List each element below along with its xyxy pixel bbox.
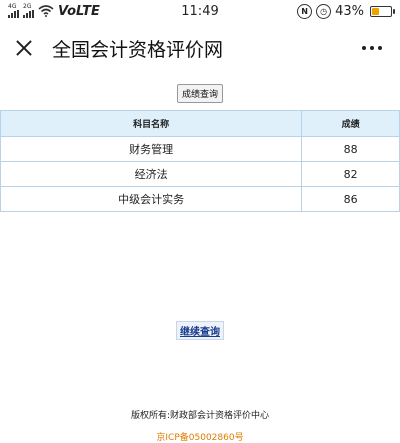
query-button-wrap: 成绩查询 [0, 82, 400, 103]
score-cell: 86 [301, 186, 400, 212]
subject-cell: 中级会计实务 [0, 186, 303, 212]
signal-2g-icon [23, 10, 34, 18]
battery-percent: 43% [335, 3, 364, 19]
alarm-icon: ◷ [316, 3, 332, 19]
page-title: 全国会计资格评价网 [52, 38, 224, 61]
status-left: 4G 2G VoLTE [8, 4, 100, 19]
battery-icon [370, 5, 395, 17]
subject-cell: 财务管理 [0, 136, 303, 162]
table-header-row: 科目名称 成绩 [0, 110, 400, 137]
score-cell: 88 [301, 136, 400, 162]
continue-wrap: 继续查询 [0, 320, 400, 340]
more-icon[interactable] [354, 40, 390, 56]
continue-query-button[interactable]: 继续查询 [176, 321, 224, 340]
footer-copyright: 版权所有:财政部会计资格评价中心 [130, 411, 270, 421]
column-header-subject: 科目名称 [0, 110, 303, 137]
volte-label: VoLTE [58, 3, 100, 19]
status-bar: 4G 2G VoLTE 11:49 N ◷ 43% [0, 0, 400, 22]
table-row: 财务管理 88 [0, 136, 400, 162]
subject-cell: 经济法 [0, 161, 303, 187]
signal-icon [8, 10, 19, 18]
network-type: 4G [8, 4, 19, 18]
score-cell: 82 [301, 161, 400, 187]
column-header-score: 成绩 [301, 110, 400, 137]
score-table: 科目名称 成绩 财务管理 88 经济法 82 中级会计实务 86 [0, 110, 400, 212]
wifi-icon [38, 5, 54, 17]
close-icon[interactable] [10, 34, 38, 62]
title-bar: 全国会计资格评价网 [0, 22, 400, 74]
table-row: 中级会计实务 86 [0, 186, 400, 212]
footer-icp-link[interactable]: 京ICP备05002860号 [0, 430, 400, 443]
nfc-icon: N [297, 3, 313, 19]
battery-fill [372, 7, 379, 15]
score-query-button[interactable]: 成绩查询 [176, 84, 223, 103]
network-type-2: 2G [23, 4, 34, 18]
table-row: 经济法 82 [0, 161, 400, 187]
status-right: N ◷ 43% [297, 3, 395, 19]
